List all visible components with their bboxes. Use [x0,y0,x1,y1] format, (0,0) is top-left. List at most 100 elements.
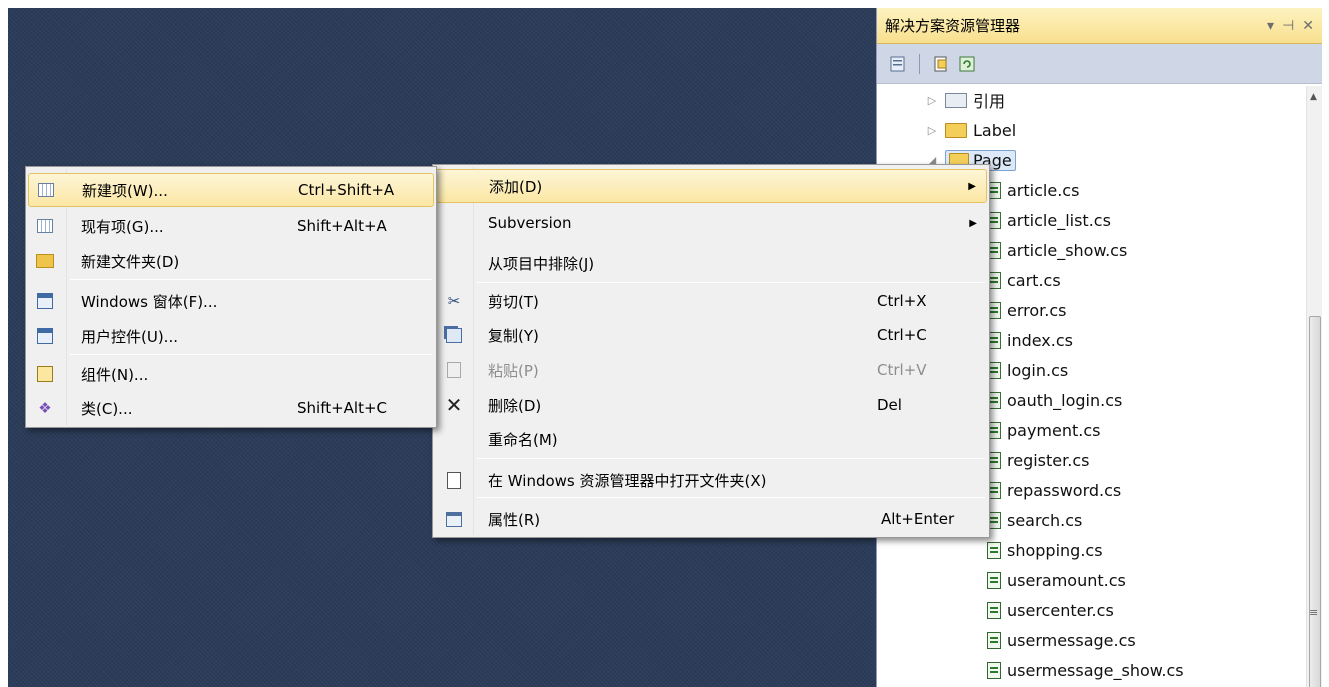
show-all-files-button[interactable] [930,53,952,75]
tree-item-references[interactable]: ▷ 引用 [925,88,1005,112]
tree-item-file[interactable]: article_list.cs [987,208,1111,232]
paste-icon [445,361,463,379]
menu-item-user-control[interactable]: 用户控件(U)... [28,319,434,353]
component-icon [36,365,54,383]
tree-item-label: usermessage_show.cs [1007,660,1184,680]
tree-item-file[interactable]: usermessage_show.cs [987,658,1184,682]
tree-item-label: article_show.cs [1007,240,1128,260]
open-folder-icon [445,471,463,489]
tree-item-file[interactable]: register.cs [987,448,1089,472]
menu-separator [477,458,985,459]
tree-item-label-folder[interactable]: ▷ Label [925,118,1016,142]
pin-icon[interactable]: ⊣ [1282,18,1294,34]
menu-item-open-in-explorer[interactable]: 在 Windows 资源管理器中打开文件夹(X) [435,463,987,497]
menu-item-label: Windows 窗体(F)... [81,292,218,311]
show-all-files-icon [934,56,947,71]
menu-item-exclude-from-project[interactable]: 从项目中排除(J) [435,246,987,280]
menu-item-windows-form[interactable]: Windows 窗体(F)... [28,284,434,318]
tree-item-label: register.cs [1007,450,1090,470]
vertical-scrollbar[interactable]: ▲ ≡ [1306,86,1322,687]
tree-item-label: login.cs [1007,360,1069,380]
existing-item-icon [36,217,54,235]
tree-item-file[interactable]: usermessage.cs [987,628,1136,652]
tree-item-label: useramount.cs [1007,570,1126,590]
menu-separator [70,279,432,280]
tree-item-file[interactable]: article.cs [987,178,1079,202]
menu-separator [477,497,985,498]
tree-item-file[interactable]: login.cs [987,358,1068,382]
menu-item-add[interactable]: 添加(D) ▶ [435,169,987,203]
tree-item-file[interactable]: shopping.cs [987,538,1103,562]
menu-item-properties[interactable]: 属性(R) Alt+Enter [435,502,987,536]
tree-item-label: index.cs [1007,330,1073,350]
tree-item-file[interactable]: index.cs [987,328,1073,352]
tree-item-label: article_list.cs [1007,210,1111,230]
tree-item-file[interactable]: cart.cs [987,268,1061,292]
csharp-file-icon [987,571,1001,589]
menu-item-label: 用户控件(U)... [81,327,178,346]
csharp-file-icon [987,541,1001,559]
menu-item-label: 组件(N)... [81,365,149,384]
tree-item-label: article.cs [1007,180,1080,200]
tree-item-label: shopping.cs [1007,540,1103,560]
project-context-menu: 添加(D) ▶ Subversion ▶ 从项目中排除(J) ✂ 剪切(T) C… [432,164,990,538]
menu-item-existing-item[interactable]: 现有项(G)... Shift+Alt+A [28,209,434,243]
menu-item-subversion[interactable]: Subversion ▶ [435,206,987,240]
windows-form-icon [36,292,54,310]
menu-item-component[interactable]: 组件(N)... [28,357,434,391]
scissors-icon: ✂ [447,292,461,310]
tree-item-file[interactable]: usercenter.cs [987,598,1114,622]
csharp-file-icon [987,601,1001,619]
menu-item-new-folder[interactable]: 新建文件夹(D) [28,244,434,278]
scrollbar-thumb[interactable] [1309,316,1321,687]
menu-item-label: 粘贴(P) [488,361,539,380]
title-bar-buttons: ▾ ⊣ ✕ [1267,18,1314,34]
menu-item-delete[interactable]: ✕ 删除(D) Del [435,388,987,422]
scroll-up-arrow-icon[interactable]: ▲ [1310,92,1317,102]
menu-item-label: 重命名(M) [488,430,558,449]
refresh-button[interactable] [956,53,978,75]
menu-item-class[interactable]: ❖ 类(C)... Shift+Alt+C [28,391,434,425]
tree-item-label: error.cs [1007,300,1067,320]
properties-toolbar-button[interactable] [887,53,909,75]
tree-item-label: cart.cs [1007,270,1061,290]
solution-explorer-title: 解决方案资源管理器 [885,17,1021,35]
menu-item-shortcut: Ctrl+Shift+A [298,181,395,199]
tree-item-file[interactable]: repassword.cs [987,478,1121,502]
new-item-icon [37,181,55,199]
submenu-arrow-icon: ▶ [969,217,977,229]
refresh-icon [959,56,975,71]
expand-arrow-icon[interactable]: ▷ [925,124,939,137]
user-control-icon [36,327,54,345]
menu-item-label: 添加(D) [489,177,543,196]
menu-item-label: 现有项(G)... [81,217,164,236]
menu-item-label: 在 Windows 资源管理器中打开文件夹(X) [488,471,767,490]
expand-arrow-icon[interactable]: ▷ [925,94,939,107]
menu-item-label: Subversion [488,214,572,232]
menu-item-rename[interactable]: 重命名(M) [435,422,987,456]
solution-explorer-title-bar: 解决方案资源管理器 ▾ ⊣ ✕ [877,8,1322,44]
tree-item-file[interactable]: article_show.cs [987,238,1127,262]
menu-item-cut[interactable]: ✂ 剪切(T) Ctrl+X [435,284,987,318]
menu-item-copy[interactable]: 复制(Y) Ctrl+C [435,318,987,352]
tree-item-file[interactable]: oauth_login.cs [987,388,1122,412]
solution-explorer-toolbar [877,44,1322,84]
tree-item-file[interactable]: search.cs [987,508,1082,532]
menu-item-new-item[interactable]: 新建项(W)... Ctrl+Shift+A [28,173,434,207]
dropdown-arrow-icon[interactable]: ▾ [1267,18,1274,34]
menu-item-shortcut: Alt+Enter [881,510,955,528]
menu-item-shortcut: Ctrl+X [877,292,927,310]
menu-item-shortcut: Ctrl+C [877,326,927,344]
menu-separator [477,282,985,283]
csharp-file-icon [987,661,1001,679]
tree-item-file[interactable]: payment.cs [987,418,1101,442]
menu-item-paste[interactable]: 粘贴(P) Ctrl+V [435,353,987,387]
tree-item-label: usermessage.cs [1007,630,1136,650]
scroll-grip-icon: ≡ [1309,606,1319,619]
tree-item-label: payment.cs [1007,420,1101,440]
delete-icon: ✕ [445,393,463,417]
tree-item-file[interactable]: error.cs [987,298,1066,322]
tree-item-file[interactable]: useramount.cs [987,568,1126,592]
close-icon[interactable]: ✕ [1302,18,1314,34]
class-icon: ❖ [38,399,52,417]
